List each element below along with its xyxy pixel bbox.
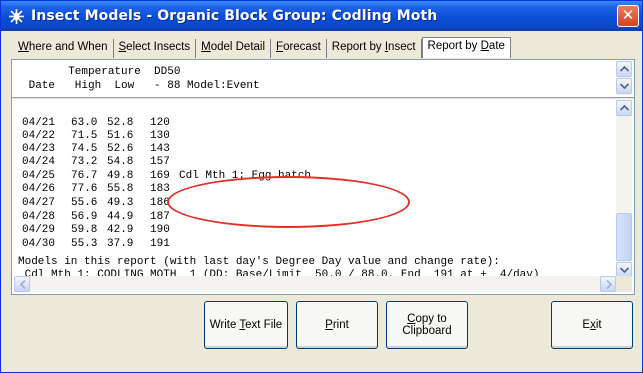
table-row: 04/28 56.9 44.9 187 xyxy=(22,211,170,223)
header-scroll-down-button[interactable] xyxy=(616,78,632,94)
table-row: 04/25 76.7 49.8 169 Cdl Mth 1: Egg hatch xyxy=(22,170,312,182)
header-scrollbar[interactable] xyxy=(616,61,632,95)
table-row: 04/24 73.2 54.8 157 xyxy=(22,156,170,168)
tab-report-by-date[interactable]: Report by Date xyxy=(421,37,511,58)
table-row: 04/26 77.6 55.8 183 xyxy=(22,183,170,195)
header-line-2: Date High Low - 88 Model:Event xyxy=(22,80,260,92)
chevron-up-icon xyxy=(620,66,629,72)
scroll-thumb[interactable] xyxy=(616,213,632,261)
close-button[interactable]: ✕ xyxy=(617,5,639,27)
report-header: Temperature DD50 Date High Low - 88 Mode… xyxy=(12,60,618,96)
chevron-left-icon xyxy=(20,280,26,289)
report-body[interactable]: 04/21 63.0 52.8 120 04/22 71.5 51.6 130 04/23 7… xyxy=(12,100,618,281)
table-row: 04/21 63.0 52.8 120 xyxy=(22,117,170,129)
title-bar[interactable]: Insect Models - Organic Block Group: Cod… xyxy=(1,1,642,31)
write-text-file-button[interactable]: Write Text File xyxy=(204,301,288,349)
chevron-right-icon xyxy=(606,280,612,289)
tab-select-insects[interactable]: Select Insects xyxy=(114,39,197,58)
chevron-up-icon xyxy=(620,105,629,111)
scroll-left-button[interactable] xyxy=(14,276,30,292)
header-scroll-up-button[interactable] xyxy=(616,61,632,77)
print-button[interactable]: Print xyxy=(296,301,378,349)
scroll-right-button[interactable] xyxy=(600,276,616,292)
scroll-corner xyxy=(616,276,632,292)
close-icon: ✕ xyxy=(621,6,635,24)
header-separator xyxy=(12,97,634,99)
tab-model-detail[interactable]: Model Detail xyxy=(196,39,272,58)
table-row: 04/22 71.5 51.6 130 xyxy=(22,130,170,142)
insect-icon xyxy=(8,8,25,25)
horizontal-scrollbar[interactable] xyxy=(14,276,616,292)
table-row: 04/29 59.8 42.9 190 xyxy=(22,224,170,236)
tab-report-by-insect[interactable]: Report by Insect xyxy=(327,39,422,58)
tab-forecast[interactable]: Forecast xyxy=(271,39,327,58)
table-row: 04/27 55.6 49.3 186 xyxy=(22,197,170,209)
vertical-scrollbar[interactable] xyxy=(616,100,632,278)
tab-strip: Where and When Select Insects Model Deta… xyxy=(13,37,511,59)
tab-where-and-when[interactable]: Where and When xyxy=(13,39,114,58)
table-row: 04/30 55.3 37.9 191 xyxy=(22,238,170,250)
window-title: Insect Models - Organic Block Group: Cod… xyxy=(31,8,438,24)
chevron-down-icon xyxy=(620,83,629,89)
report-panel: Temperature DD50 Date High Low - 88 Mode… xyxy=(11,59,635,295)
highlight-ellipse xyxy=(167,176,410,228)
models-summary-line-1: Models in this report (with last day's D… xyxy=(18,256,500,268)
exit-button[interactable]: Exit xyxy=(551,301,633,349)
insect-models-window: Insect Models - Organic Block Group: Cod… xyxy=(0,0,643,373)
copy-to-clipboard-button[interactable]: Copy to Clipboard xyxy=(386,301,468,349)
table-row: 04/23 74.5 52.6 143 xyxy=(22,143,170,155)
chevron-down-icon xyxy=(620,267,629,273)
scroll-up-button[interactable] xyxy=(616,100,632,116)
header-line-1: Temperature DD50 xyxy=(22,66,181,78)
